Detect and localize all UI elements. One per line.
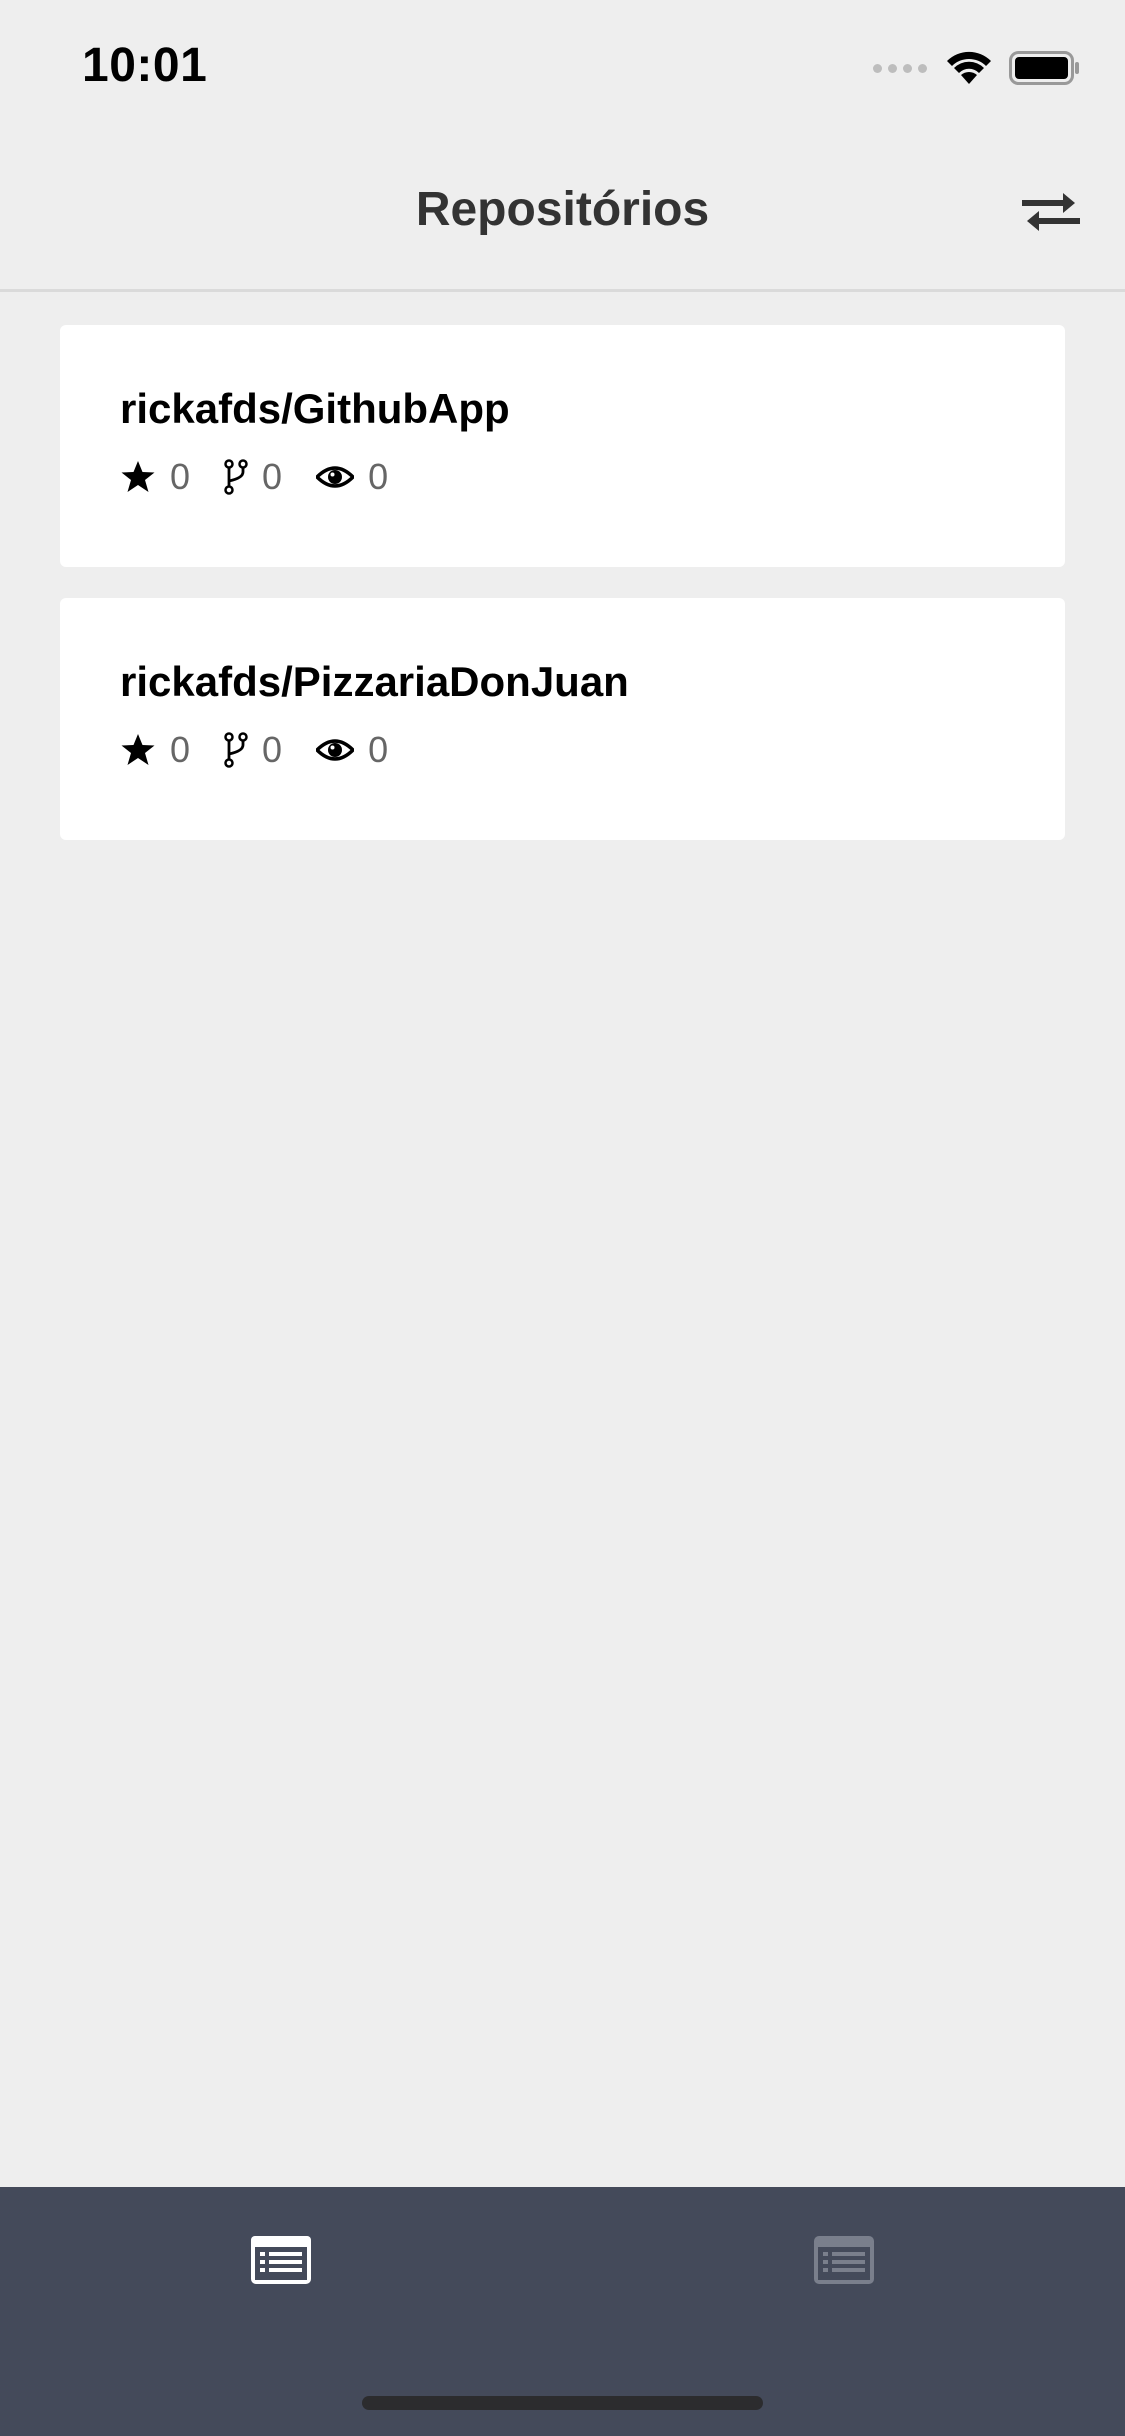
stars-count: 0: [170, 729, 191, 770]
navigation-bar: Repositórios: [0, 132, 1125, 292]
watchers-count: 0: [368, 729, 389, 770]
star-icon: [121, 734, 155, 765]
eye-icon: [316, 466, 355, 488]
forks-stat: 0: [224, 730, 282, 770]
status-icons: [873, 50, 1081, 86]
watchers-stat: 0: [316, 730, 388, 770]
watchers-count: 0: [368, 456, 389, 497]
eye-icon: [316, 739, 355, 761]
tab-repositories-list-icon[interactable]: [250, 2235, 312, 2285]
battery-icon: [1009, 51, 1079, 85]
fork-icon: [224, 732, 248, 768]
stars-stat: 0: [120, 730, 190, 770]
swap-icon[interactable]: [1021, 190, 1081, 234]
watchers-stat: 0: [316, 457, 388, 497]
page-title: Repositórios: [415, 183, 710, 236]
repository-name: rickafds/PizzariaDonJuan: [120, 658, 629, 705]
tab-second-list-icon[interactable]: [813, 2235, 875, 2285]
repository-list: rickafds/GithubApp 0 0 0 rickafds/Pizzar…: [60, 325, 1065, 871]
repository-stats: 0 0 0: [120, 730, 1005, 770]
status-bar: 10:01: [0, 0, 1125, 132]
status-time: 10:01: [82, 39, 208, 92]
forks-count: 0: [262, 456, 283, 497]
wifi-icon: [947, 51, 991, 84]
stars-stat: 0: [120, 457, 190, 497]
stars-count: 0: [170, 456, 191, 497]
repository-card[interactable]: rickafds/GithubApp 0 0 0: [60, 325, 1065, 567]
fork-icon: [224, 459, 248, 495]
forks-count: 0: [262, 729, 283, 770]
cellular-signal-icon: [873, 63, 927, 73]
forks-stat: 0: [224, 457, 282, 497]
repository-card[interactable]: rickafds/PizzariaDonJuan 0 0 0: [60, 598, 1065, 840]
home-indicator: [362, 2396, 763, 2410]
repository-stats: 0 0 0: [120, 457, 1005, 497]
repository-name: rickafds/GithubApp: [120, 385, 510, 432]
star-icon: [121, 461, 155, 492]
